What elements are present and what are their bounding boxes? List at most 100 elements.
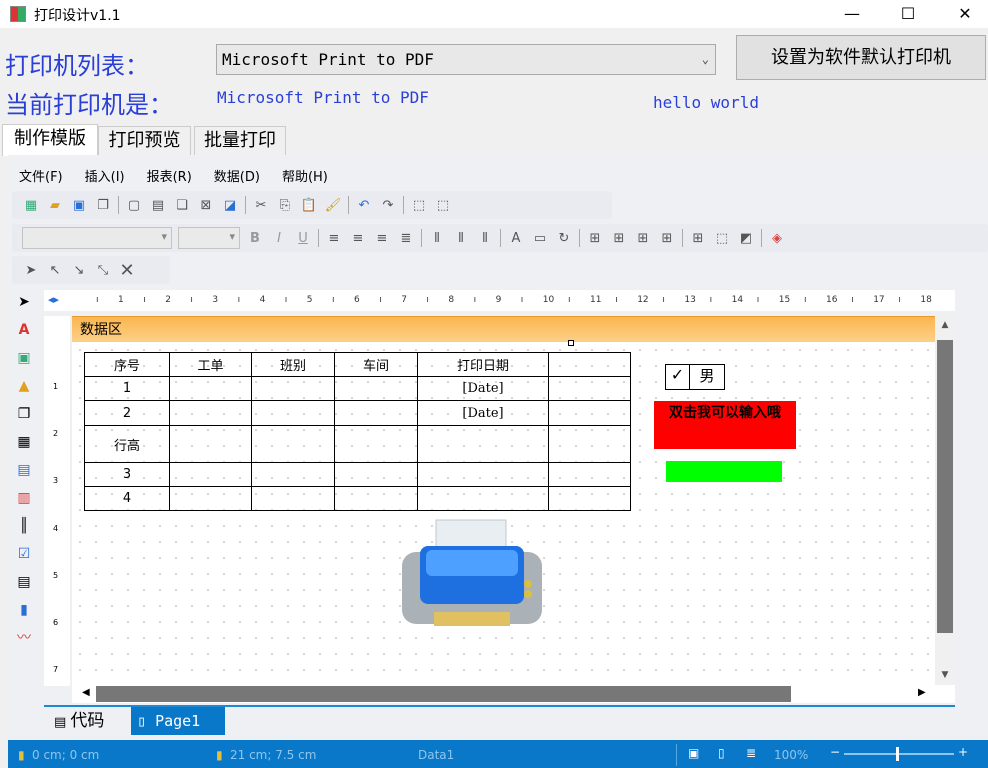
gender-checkbox[interactable]: ✓ 男 [665,364,725,390]
table-cell[interactable]: 打印日期 [417,352,549,377]
table-cell[interactable]: 3 [84,462,170,487]
zoom-slider[interactable] [844,747,954,761]
matrix-object-icon[interactable]: ▤ [14,460,34,480]
font-name-select[interactable] [22,227,172,249]
align-top-icon[interactable]: ⦀ [428,229,446,247]
border-style-icon[interactable]: ◩ [737,229,755,247]
subreport-icon[interactable]: ❐ [14,404,34,424]
horizontal-scrollbar[interactable]: ◀ ▶ [72,685,955,703]
scroll-right-icon[interactable]: ▶ [918,687,926,698]
new-page-icon[interactable]: ▢ [125,196,143,214]
table-cell[interactable] [548,400,631,426]
border-left-icon[interactable]: ⊞ [634,229,652,247]
horizontal-scroll-thumb[interactable] [96,686,791,702]
table-cell[interactable] [334,400,418,426]
minimize-button[interactable]: — [829,0,875,28]
save-icon[interactable]: ▣ [70,196,88,214]
copy-page-icon[interactable]: ❏ [173,196,191,214]
zoom-out-button[interactable]: − [830,745,840,759]
table-cell[interactable] [417,425,549,463]
table-cell[interactable]: 行高 [84,425,170,463]
rotate-icon[interactable]: ↻ [555,229,573,247]
data-band-header[interactable]: 数据区 [72,316,935,342]
underline-icon[interactable]: U [294,229,312,247]
menu-insert[interactable]: 插入(I) [74,160,136,191]
table-cell[interactable] [169,376,252,401]
table-cell[interactable]: 1 [84,376,170,401]
table-cell[interactable] [334,376,418,401]
table-object-icon[interactable]: ▦ [14,432,34,452]
scroll-up-icon[interactable]: ▲ [935,320,955,330]
align-left-icon[interactable]: ≡ [325,229,343,247]
ruler-toggle-icon[interactable]: ◂▸ [48,293,59,306]
justify-icon[interactable]: ≣ [397,229,415,247]
redo-icon[interactable]: ↷ [379,196,397,214]
chart-object-icon[interactable]: ▮ [14,600,34,620]
table-cell[interactable] [548,425,631,463]
shape-object-icon[interactable]: ▲ [14,376,34,396]
table-cell[interactable] [251,400,335,426]
view-mode-icon[interactable]: ▣ [688,746,699,760]
copy-icon[interactable]: ⎘ [276,196,294,214]
group-icon[interactable]: ⬚ [410,196,428,214]
delete-icon[interactable]: ✕ [118,260,136,281]
table-cell[interactable] [417,462,549,487]
table-cell[interactable] [169,462,252,487]
report-table[interactable]: 序号 工单 班别 车间 打印日期 1 [Date] 2 [Date] 行高 3 4 [84,352,631,511]
table-cell[interactable] [251,462,335,487]
table-cell[interactable] [548,376,631,401]
checkbox-object-icon[interactable]: ☑ [14,544,34,564]
table-cell[interactable]: 4 [84,486,170,511]
table-cell[interactable]: 序号 [84,352,170,377]
pointer-icon[interactable]: ➤ [22,261,40,279]
table-cell[interactable] [169,425,252,463]
maximize-button[interactable]: ☐ [885,0,931,28]
new-dialog-icon[interactable]: ▤ [149,196,167,214]
printer-image[interactable] [398,518,546,626]
table-cell[interactable]: [Date] [417,400,549,426]
border-bottom-icon[interactable]: ⊞ [610,229,628,247]
zoom-slider-thumb[interactable] [896,747,899,761]
border-right-icon[interactable]: ⊞ [658,229,676,247]
align-right-icon[interactable]: ≡ [373,229,391,247]
green-shape[interactable] [666,461,782,482]
resize-handle[interactable] [568,340,574,346]
menu-report[interactable]: 报表(R) [136,160,203,191]
save-all-icon[interactable]: ❐ [94,196,112,214]
calendar-object-icon[interactable]: ▥ [14,488,34,508]
barcode-icon[interactable]: ║ [14,516,34,536]
table-cell[interactable] [548,462,631,487]
sparkline-icon[interactable]: 〰 [14,628,34,648]
close-button[interactable]: ✕ [942,0,988,28]
fill-color-icon[interactable]: ◈ [768,229,786,247]
arrow-line-icon[interactable]: ↘ [70,261,88,279]
table-cell[interactable] [417,486,549,511]
table-cell[interactable] [169,486,252,511]
vertical-scrollbar[interactable]: ▲ ▼ [935,316,955,686]
table-cell[interactable] [334,486,418,511]
scroll-down-icon[interactable]: ▼ [935,670,955,680]
menu-help[interactable]: 帮助(H) [271,160,339,191]
table-cell[interactable] [548,486,631,511]
border-all-icon[interactable]: ⊞ [689,229,707,247]
border-top-icon[interactable]: ⊞ [586,229,604,247]
border-none-icon[interactable]: ⬚ [713,229,731,247]
menu-data[interactable]: 数据(D) [203,160,271,191]
table-cell[interactable] [548,352,631,377]
font-size-select[interactable] [178,227,240,249]
align-bottom-icon[interactable]: ⦀ [476,229,494,247]
format-painter-icon[interactable]: 🖌 [324,196,342,214]
rich-text-icon[interactable]: ▤ [14,572,34,592]
open-folder-icon[interactable]: ▰ [46,196,64,214]
table-cell[interactable] [251,486,335,511]
delete-page-icon[interactable]: ⊠ [197,196,215,214]
bold-icon[interactable]: B [246,229,264,247]
picture-object-icon[interactable]: ▣ [14,348,34,368]
menu-file[interactable]: 文件(F) [8,160,74,191]
paste-icon[interactable]: 📋 [300,196,318,214]
editable-text-box[interactable]: 双击我可以输入哦 [654,401,796,449]
table-cell[interactable]: [Date] [417,376,549,401]
table-cell[interactable] [334,462,418,487]
table-cell[interactable]: 车间 [334,352,418,377]
undo-icon[interactable]: ↶ [355,196,373,214]
